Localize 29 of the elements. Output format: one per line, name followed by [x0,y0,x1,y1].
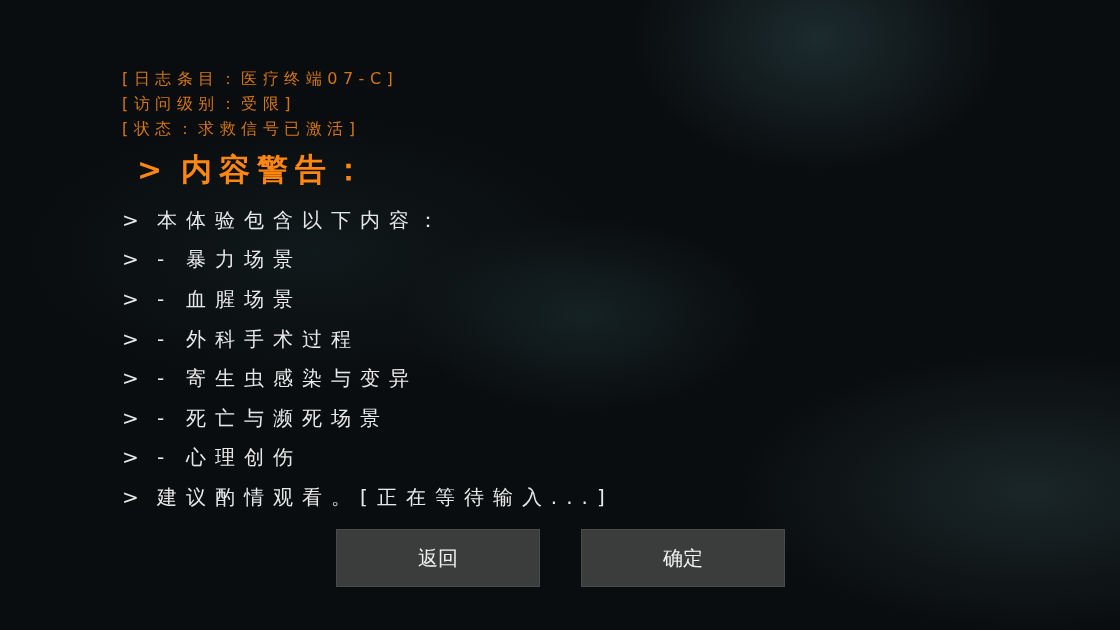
log-header-line: [访问级别：受限] [122,93,296,115]
bullet-dash: - [157,404,166,432]
content-item: 外科手术过程 [186,325,360,353]
content-item: 寄生虫感染与变异 [186,365,418,393]
content-item: 暴力场景 [186,246,302,274]
log-header-line: [日志条目：医疗终端07-C] [122,68,399,90]
bullet-dash: - [157,325,166,353]
warning-prompt: > [137,150,164,189]
confirm-button[interactable]: 确定 [580,528,785,587]
prompt-marker: > [122,444,140,472]
prompt-marker: > [122,325,140,353]
log-header-line: [状态：求救信号已激活] [122,118,361,140]
bullet-dash: - [157,444,166,472]
content-item: 死亡与濒死场景 [186,404,389,432]
content-item: 心理创伤 [186,444,302,472]
content-item: 血腥场景 [186,286,302,313]
bullet-dash: - [157,365,166,393]
prompt-marker: > [122,206,140,234]
prompt-marker: > [122,286,140,313]
bullet-dash: - [157,286,166,313]
prompt-marker: > [122,365,140,393]
prompt-marker: > [122,483,140,511]
bullet-dash: - [157,246,166,274]
warning-title: 内容警告： [181,149,371,189]
prompt-marker: > [122,404,140,432]
terminal-line: 建议酌情观看。[正在等待输入...] [157,483,614,511]
prompt-marker: > [122,246,140,274]
terminal-line: 本体验包含以下内容： [157,206,447,234]
back-button[interactable]: 返回 [335,528,540,587]
